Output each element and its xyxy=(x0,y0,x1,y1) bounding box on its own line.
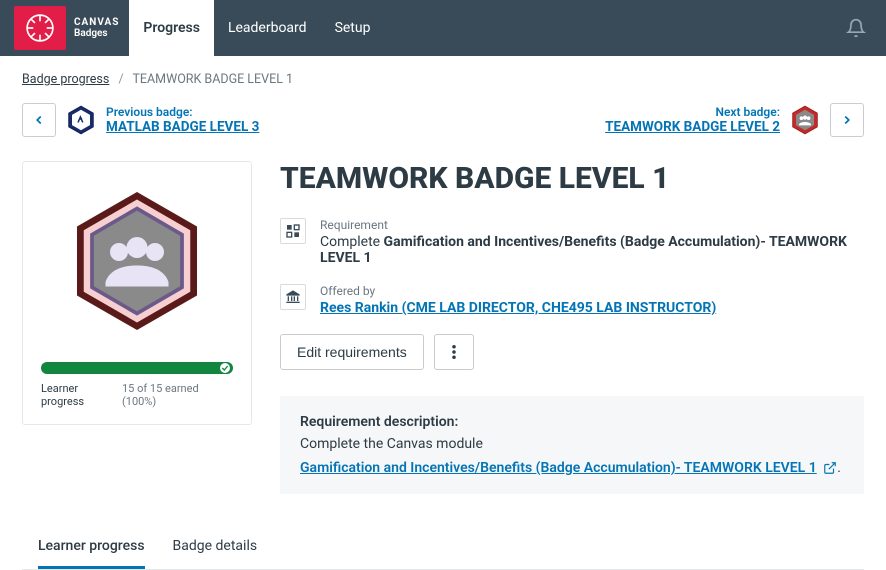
more-options-button[interactable] xyxy=(434,334,474,370)
previous-badge-nav: Previous badge: MATLAB BADGE LEVEL 3 xyxy=(22,103,259,137)
breadcrumb-separator: / xyxy=(118,72,123,87)
next-badge-button[interactable] xyxy=(830,103,864,137)
previous-badge-label: Previous badge: xyxy=(106,105,259,119)
requirement-icon-box xyxy=(280,218,306,244)
top-tabs: Progress Leaderboard Setup xyxy=(129,0,384,56)
previous-badge-button[interactable] xyxy=(22,103,56,137)
tab-progress[interactable]: Progress xyxy=(129,0,214,56)
institution-icon xyxy=(285,289,301,305)
learner-progress-label: Learner progress xyxy=(41,382,122,408)
kebab-icon xyxy=(452,345,456,359)
badge-nav-row: Previous badge: MATLAB BADGE LEVEL 3 Nex… xyxy=(22,103,864,137)
offered-by-label: Offered by xyxy=(320,284,716,298)
requirement-row: Requirement Complete Gamification and In… xyxy=(280,218,864,266)
next-badge-nav: Next badge: TEAMWORK BADGE LEVEL 2 xyxy=(605,103,864,137)
page-title: TEAMWORK BADGE LEVEL 1 xyxy=(280,161,864,196)
offered-by-link[interactable]: Rees Rankin (CME LAB DIRECTOR, CHE495 LA… xyxy=(320,300,716,316)
breadcrumb-root[interactable]: Badge progress xyxy=(22,72,109,87)
brand-logo xyxy=(14,6,66,50)
progress-complete-check xyxy=(220,363,230,373)
requirement-label: Requirement xyxy=(320,218,864,232)
teamwork-badge-icon xyxy=(62,186,212,336)
subtab-learner-progress[interactable]: Learner progress xyxy=(38,528,145,569)
next-badge-icon xyxy=(790,105,820,135)
brand-text: CANVAS Badges xyxy=(74,0,119,56)
subtab-badge-details[interactable]: Badge details xyxy=(173,528,258,569)
next-badge-label: Next badge: xyxy=(605,105,780,119)
requirement-description-box: Requirement description: Complete the Ca… xyxy=(280,396,864,494)
brand-line-2: Badges xyxy=(74,28,119,39)
canvas-logo-icon xyxy=(26,14,54,42)
progress-bar xyxy=(41,362,233,374)
req-desc-heading: Requirement description: xyxy=(300,414,844,430)
next-badge-link[interactable]: TEAMWORK BADGE LEVEL 2 xyxy=(605,119,780,135)
tab-setup[interactable]: Setup xyxy=(321,0,385,56)
external-link-icon xyxy=(823,461,837,475)
learner-progress-value: 15 of 15 earned (100%) xyxy=(122,382,233,408)
req-desc-dot: . xyxy=(837,460,841,476)
requirement-value: Complete Gamification and Incentives/Ben… xyxy=(320,234,864,266)
badge-card: Learner progress 15 of 15 earned (100%) xyxy=(22,161,252,425)
edit-requirements-button[interactable]: Edit requirements xyxy=(280,334,424,370)
tab-leaderboard[interactable]: Leaderboard xyxy=(214,0,321,56)
grid-icon xyxy=(285,223,301,239)
offered-by-row: Offered by Rees Rankin (CME LAB DIRECTOR… xyxy=(280,284,864,316)
offered-by-icon-box xyxy=(280,284,306,310)
notifications-button[interactable] xyxy=(846,0,866,56)
chevron-right-icon xyxy=(840,113,854,127)
breadcrumb-current: TEAMWORK BADGE LEVEL 1 xyxy=(132,72,293,87)
req-desc-link-row: Gamification and Incentives/Benefits (Ba… xyxy=(300,460,844,476)
bell-icon xyxy=(846,18,866,38)
brand-line-1: CANVAS xyxy=(74,17,119,28)
req-desc-text: Complete the Canvas module xyxy=(300,436,844,452)
previous-badge-link[interactable]: MATLAB BADGE LEVEL 3 xyxy=(106,119,259,135)
sub-tabs: Learner progress Badge details xyxy=(22,528,864,570)
breadcrumb: Badge progress / TEAMWORK BADGE LEVEL 1 xyxy=(22,72,864,87)
previous-badge-icon xyxy=(66,105,96,135)
top-navigation: CANVAS Badges Progress Leaderboard Setup xyxy=(0,0,886,56)
chevron-left-icon xyxy=(32,113,46,127)
req-desc-link[interactable]: Gamification and Incentives/Benefits (Ba… xyxy=(300,460,817,476)
check-icon xyxy=(221,364,229,372)
